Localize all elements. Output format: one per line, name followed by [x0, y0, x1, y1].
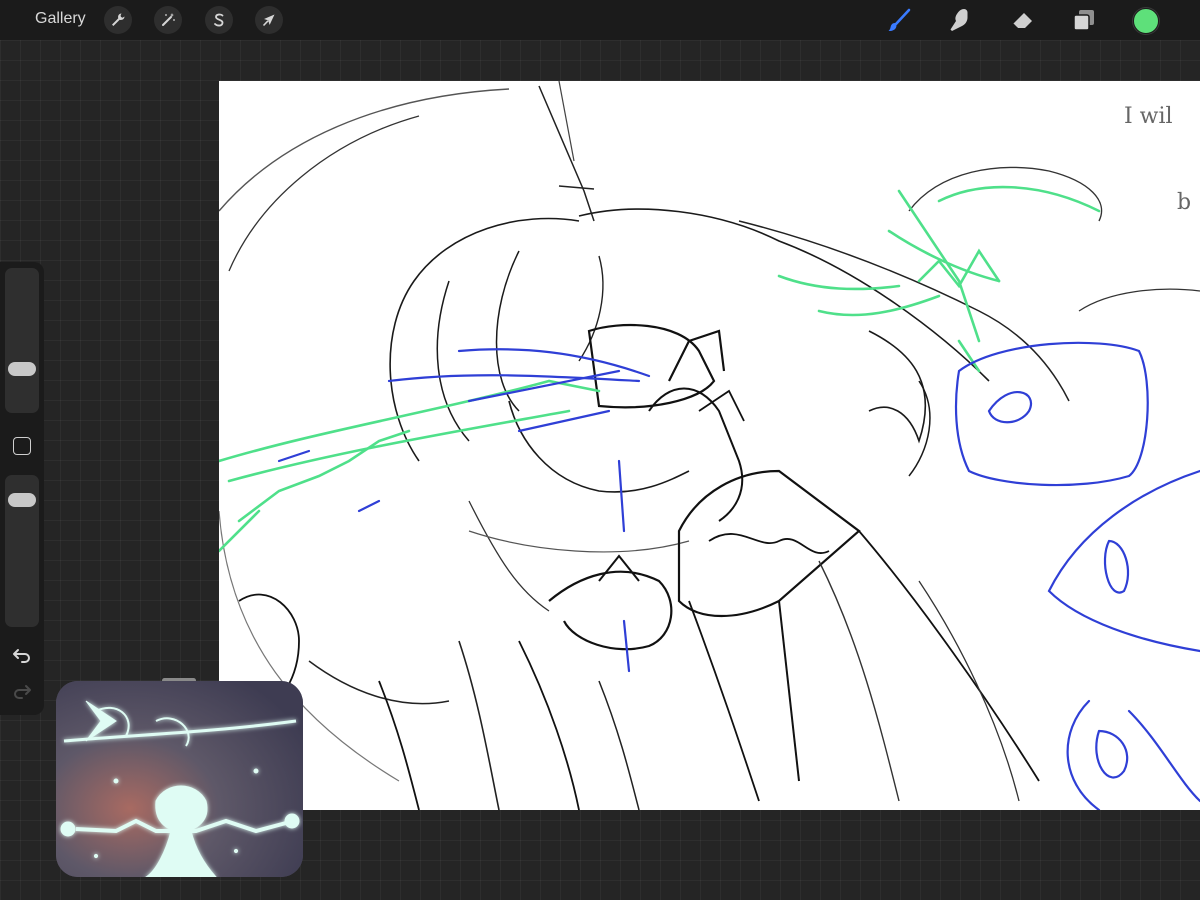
brush-size-thumb[interactable]: [8, 362, 36, 376]
smudge-finger-icon: [950, 9, 968, 31]
top-toolbar: Gallery: [0, 0, 1200, 40]
redo-button[interactable]: [10, 680, 34, 702]
gallery-button[interactable]: Gallery: [35, 10, 86, 28]
opacity-slider[interactable]: [5, 475, 39, 627]
reference-image-icon: [56, 681, 303, 877]
undo-button[interactable]: [10, 644, 34, 666]
transform-button[interactable]: [255, 6, 283, 34]
layers-icon: [1073, 10, 1094, 31]
brush-size-slider[interactable]: [5, 268, 39, 413]
selection-button[interactable]: [205, 6, 233, 34]
left-sidebar: [0, 262, 44, 715]
modify-button[interactable]: [13, 437, 31, 455]
color-picker-button[interactable]: [1133, 8, 1159, 34]
wrench-icon: [112, 13, 125, 26]
undo-icon: [13, 649, 30, 663]
drawing-canvas[interactable]: I wil b: [219, 81, 1200, 810]
magic-wand-icon: [162, 13, 175, 26]
opacity-thumb[interactable]: [8, 493, 36, 507]
actions-button[interactable]: [104, 6, 132, 34]
redo-icon: [14, 685, 31, 699]
eraser-tool-button[interactable]: [1008, 5, 1038, 35]
eraser-icon: [1012, 13, 1032, 30]
selection-s-icon: [214, 13, 224, 27]
adjustments-button[interactable]: [154, 6, 182, 34]
smudge-tool-button[interactable]: [945, 5, 975, 35]
brush-tool-button[interactable]: [884, 5, 914, 35]
arrow-cursor-icon: [262, 14, 275, 27]
brush-icon: [888, 8, 911, 32]
layers-button[interactable]: [1069, 5, 1099, 35]
handwritten-note-1: I wil: [1124, 104, 1173, 129]
sketch-artwork: I wil b: [219, 81, 1200, 810]
handwritten-note-2: b: [1177, 190, 1191, 215]
reference-image-window[interactable]: [56, 681, 303, 877]
